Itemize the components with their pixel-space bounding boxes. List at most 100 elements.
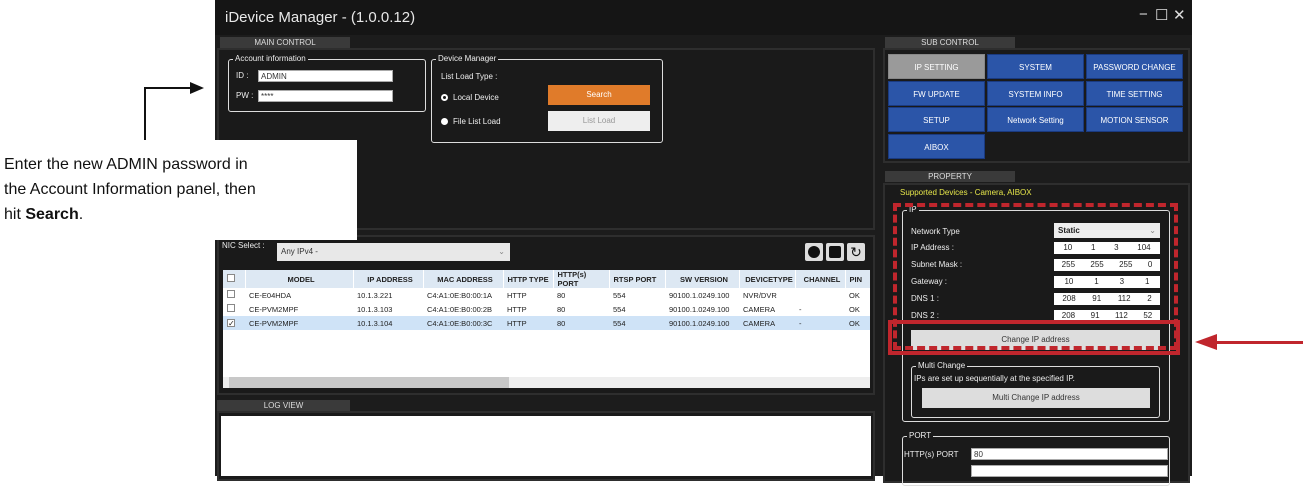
table-cell: 10.1.3.221 (357, 290, 393, 300)
table-cell: 554 (613, 290, 626, 300)
device-manager-legend: Device Manager (436, 54, 499, 63)
table-cell: C4:A1:0E:B0:00:3C (423, 316, 503, 330)
port-group: PORT HTTP(s) PORT 80 (902, 431, 1170, 486)
table-cell: 80 (557, 304, 566, 314)
annotation-line3: hit Search. (4, 206, 84, 223)
table-cell: CE-PVM2MPF (245, 316, 353, 330)
col-model[interactable]: MODEL (245, 270, 354, 288)
table-cell: 10.1.3.104 (353, 316, 423, 330)
table-cell (795, 288, 845, 302)
col-channel[interactable]: CHANNEL (795, 270, 846, 288)
radio-file-label: File List Load (453, 117, 501, 126)
table-cell: OK (849, 290, 860, 300)
nic-select[interactable]: Any IPv4 - ⌄ (277, 243, 510, 261)
table-cell: 80 (557, 290, 566, 300)
select-all-checkbox[interactable] (223, 270, 246, 288)
table-cell: HTTP (503, 316, 553, 330)
annotation-line2: the Account Information panel, then (4, 181, 256, 198)
table-cell: OK (845, 316, 870, 330)
table-cell: CAMERA (743, 304, 776, 314)
tab-main-control[interactable]: MAIN CONTROL (220, 37, 350, 48)
col-http-type[interactable]: HTTP TYPE (503, 270, 554, 288)
table-cell: HTTP (507, 304, 527, 314)
sub-control-button-time-setting[interactable]: TIME SETTING (1086, 80, 1183, 106)
table-cell: CE-PVM2MPF (249, 304, 299, 314)
sub-control-button-setup[interactable]: SETUP (888, 107, 985, 132)
table-row[interactable]: CE-E04HDA 10.1.3.221 C4:A1:0E:B0:00:1A HTTP… (223, 288, 870, 302)
scrollbar-thumb[interactable] (229, 377, 509, 388)
annotation-line1: Enter the new ADMIN password in (4, 156, 248, 173)
sub-control-button-motion-sensor[interactable]: MOTION SENSOR (1086, 107, 1183, 132)
arrow-right-icon (190, 82, 204, 94)
tab-log-view[interactable]: LOG VIEW (217, 400, 350, 411)
row-checkbox[interactable]: ✓ (227, 318, 235, 327)
multi-change-ip-button[interactable]: Multi Change IP address (922, 388, 1150, 408)
table-cell: CAMERA (739, 316, 795, 330)
table-cell: - (799, 304, 802, 314)
chevron-down-icon: ⌄ (498, 247, 505, 256)
table-cell: - (795, 316, 845, 330)
radio-file-list[interactable] (441, 118, 448, 125)
minimize-button[interactable]: − (1139, 6, 1148, 23)
sub-control-button-network-setting[interactable]: Network Setting (987, 107, 1084, 132)
table-cell: NVR/DVR (743, 290, 777, 300)
account-info-group: Account information ID : ADMIN PW : **** (228, 54, 426, 112)
multi-change-description: IPs are set up sequentially at the speci… (914, 374, 1075, 383)
col-sw-version[interactable]: SW VERSION (665, 270, 740, 288)
col-ip[interactable]: IP ADDRESS (353, 270, 424, 288)
radio-local-label: Local Device (453, 93, 499, 102)
table-cell: C4:A1:0E:B0:00:2B (427, 304, 493, 314)
refresh-icon[interactable]: ↻ (847, 243, 865, 261)
table-cell: 554 (609, 316, 665, 330)
table-cell: 10.1.3.103 (357, 304, 393, 314)
col-devicetype[interactable]: DEVICETYPE (739, 270, 796, 288)
account-info-legend: Account information (233, 54, 308, 63)
rtsp-port-input[interactable] (971, 465, 1168, 477)
sub-control-button-ip-setting[interactable]: IP SETTING (888, 54, 985, 79)
http-port-input[interactable]: 80 (971, 448, 1168, 460)
annotation-arrow-stem (144, 87, 146, 140)
id-input[interactable]: ADMIN (258, 70, 393, 82)
row-checkbox[interactable] (227, 290, 235, 298)
radio-local-device[interactable] (441, 94, 448, 101)
tab-property[interactable]: PROPERTY (885, 171, 1015, 182)
red-arrow-line (1215, 341, 1303, 344)
sub-control-button-aibox[interactable]: AIBOX (888, 133, 985, 159)
id-label: ID : (236, 71, 249, 80)
wrench-icon[interactable] (805, 243, 823, 261)
col-mac[interactable]: MAC ADDRESS (423, 270, 504, 288)
app-window: iDevice Manager - (1.0.0.12) − ☐ ✕ MAIN … (215, 0, 1192, 486)
table-cell: 90100.1.0249.100 (669, 290, 730, 300)
row-checkbox[interactable] (227, 304, 235, 312)
table-cell: HTTP (507, 290, 527, 300)
sub-control-button-fw-update[interactable]: FW UPDATE (888, 80, 985, 106)
table-row[interactable]: CE-PVM2MPF 10.1.3.103 C4:A1:0E:B0:00:2B HTT… (223, 302, 870, 316)
sub-control-button-password-change[interactable]: PASSWORD CHANGE (1086, 54, 1183, 79)
supported-devices-text: Supported Devices - Camera, AIBOX (900, 188, 1032, 197)
search-button[interactable]: Search (548, 85, 650, 105)
sub-control-button-system[interactable]: SYSTEM (987, 54, 1084, 79)
annotation-box: Enter the new ADMIN password in the Acco… (0, 140, 357, 240)
device-table: MODEL IP ADDRESS MAC ADDRESS HTTP TYPE H… (223, 270, 870, 388)
pw-input[interactable]: **** (258, 90, 393, 102)
save-icon[interactable] (826, 243, 844, 261)
maximize-button[interactable]: ☐ (1155, 6, 1168, 24)
log-textarea[interactable] (221, 416, 871, 476)
table-row[interactable]: ✓ CE-PVM2MPF 10.1.3.104 C4:A1:0E:B0:00:3C HT… (223, 316, 870, 330)
close-button[interactable]: ✕ (1173, 6, 1186, 24)
annotation-arrow-line (144, 87, 192, 89)
list-load-button[interactable]: List Load (548, 111, 650, 131)
tab-sub-control[interactable]: SUB CONTROL (885, 37, 1015, 48)
table-cell: OK (849, 304, 860, 314)
col-http-port[interactable]: HTTP(s) PORT (553, 270, 610, 288)
sub-control-button-system-info[interactable]: SYSTEM INFO (987, 80, 1084, 106)
col-rtsp-port[interactable]: RTSP PORT (609, 270, 666, 288)
nic-select-label: NIC Select : (222, 241, 265, 250)
table-cell: 80 (553, 316, 609, 330)
horizontal-scrollbar[interactable] (223, 377, 870, 388)
col-pin[interactable]: PIN (845, 270, 870, 288)
multi-change-group: Multi Change IPs are set up sequentially… (911, 361, 1160, 418)
port-legend: PORT (907, 431, 934, 440)
list-load-type-label: List Load Type : (441, 72, 498, 81)
multi-change-legend: Multi Change (916, 361, 968, 370)
